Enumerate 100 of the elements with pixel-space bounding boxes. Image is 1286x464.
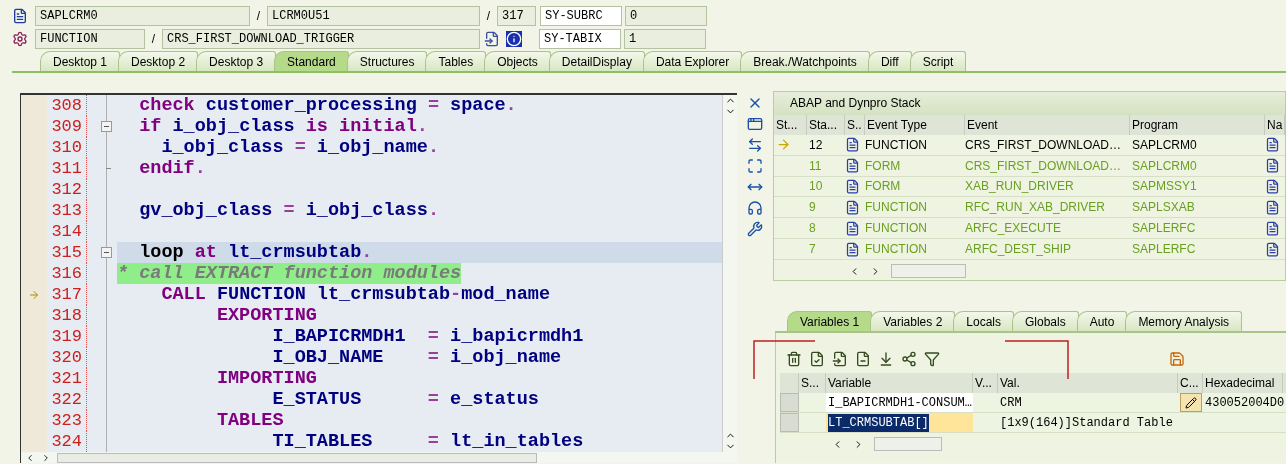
- tab[interactable]: Variables 2: [870, 311, 956, 331]
- tab[interactable]: Desktop 2: [118, 51, 199, 71]
- line-number: 309: [47, 116, 87, 137]
- code-line: TI_TABLES = lt_in_tables: [271, 431, 585, 452]
- document-arrow-icon[interactable]: [484, 31, 500, 47]
- column-header[interactable]: Program: [1130, 114, 1265, 135]
- event-type-field[interactable]: FUNCTION: [35, 29, 145, 49]
- tab[interactable]: DetailDisplay: [548, 51, 645, 71]
- tab[interactable]: Globals: [1012, 311, 1079, 331]
- tab[interactable]: Variables 1: [787, 311, 873, 331]
- tab[interactable]: Desktop 1: [40, 51, 121, 71]
- column-header[interactable]: Na: [1265, 114, 1285, 135]
- table-cell-text: FUNCTION: [865, 199, 928, 217]
- tab[interactable]: Memory Analysis: [1125, 311, 1243, 331]
- tab[interactable]: Script: [909, 51, 967, 71]
- table-cell-text: SAPLERFC: [1131, 241, 1197, 259]
- scroll-thumb[interactable]: [874, 437, 942, 451]
- headphones-icon[interactable]: [747, 200, 764, 216]
- window-icon[interactable]: [747, 116, 764, 132]
- document-icon: [1265, 199, 1280, 215]
- delete-icon[interactable]: [786, 351, 802, 367]
- code-line: CALL FUNCTION lt_crmsubtab-mod_name: [160, 284, 551, 305]
- tab[interactable]: Structures: [346, 51, 428, 71]
- table-cell-text: 7: [808, 241, 817, 259]
- collapse-icon[interactable]: [101, 247, 112, 258]
- table-cell-text: 12: [808, 136, 824, 154]
- variable-name[interactable]: I_BAPICRMDH1-CONSUM…: [828, 393, 973, 412]
- table-cell-text: FORM: [865, 157, 902, 175]
- column-header[interactable]: Sta...: [807, 114, 845, 135]
- system-field-value[interactable]: 0: [625, 6, 707, 26]
- code-line: I_OBJ_NAME = i_obj_name: [271, 347, 563, 368]
- tab[interactable]: Tables: [425, 51, 487, 71]
- tab[interactable]: Locals: [953, 311, 1014, 331]
- table-row[interactable]: I_BAPICRMDH1-CONSUM… CRM 430052004D0: [780, 393, 1286, 413]
- line-number: 321: [47, 368, 87, 389]
- table-cell-text: RFC_RUN_XAB_DRIVER: [965, 199, 1107, 217]
- scroll-thumb[interactable]: [57, 452, 537, 463]
- document-arrow-icon[interactable]: [832, 351, 848, 367]
- table-cell-text: ARFC_EXECUTE: [965, 220, 1063, 238]
- table-cell-text: SAPLSXAB: [1131, 199, 1196, 217]
- save-icon[interactable]: [1169, 351, 1185, 367]
- breakpoint-gutter-cell[interactable]: [21, 431, 47, 452]
- swap-icon[interactable]: [747, 137, 764, 153]
- table-cell-text: 11: [808, 157, 823, 175]
- table-cell-text: SAPLCRM0: [1131, 157, 1198, 175]
- document-icon: [1265, 179, 1280, 194]
- table-cell-text: ARFC_DEST_SHIP: [965, 241, 1073, 259]
- separator-slash: /: [255, 8, 262, 25]
- breakpoint-gutter-cell[interactable]: [21, 95, 47, 116]
- scroll-thumb[interactable]: [891, 264, 966, 279]
- scroll-right-icon[interactable]: [41, 452, 51, 463]
- tab[interactable]: Objects: [484, 51, 551, 71]
- document-minus-icon[interactable]: [855, 351, 871, 367]
- scroll-left-icon[interactable]: [25, 452, 35, 463]
- column-header[interactable]: Event: [965, 114, 1130, 135]
- system-field-value[interactable]: 1: [624, 29, 706, 49]
- line-number: 322: [47, 389, 87, 410]
- document-icon: [845, 137, 860, 153]
- document-icon: [1265, 158, 1280, 174]
- line-number: 323: [47, 410, 87, 431]
- panel-title: ABAP and Dynpro Stack: [774, 92, 1285, 115]
- info-icon[interactable]: [506, 31, 522, 47]
- tab[interactable]: Data Explorer: [642, 51, 743, 71]
- table-cell-text: XAB_RUN_DRIVER: [965, 178, 1075, 196]
- tab[interactable]: Diff: [867, 51, 912, 71]
- table-cell-text: [1x9(164)]Standard Table: [999, 414, 1174, 432]
- document-icon: [1265, 220, 1280, 236]
- share-icon[interactable]: [901, 351, 917, 367]
- include-field[interactable]: LCRM0U51: [267, 6, 480, 26]
- arrows-down-icon[interactable]: [878, 351, 894, 367]
- table-cell-text: SAPMSSY1: [1131, 178, 1198, 196]
- collapse-icon[interactable]: [101, 121, 112, 132]
- tab[interactable]: Standard: [274, 51, 349, 71]
- line-field[interactable]: 317: [497, 6, 536, 26]
- code-line: I_BAPICRMDH1 = i_bapicrmdh1: [271, 326, 585, 347]
- table-cell-text: 9: [808, 199, 817, 217]
- horizontal-scrollbar[interactable]: [21, 452, 738, 463]
- expand-icon[interactable]: [747, 158, 764, 174]
- code-line: check customer_processing = space.: [138, 95, 518, 116]
- column-header[interactable]: St...: [774, 114, 807, 135]
- column-header[interactable]: S..: [845, 114, 865, 135]
- program-field[interactable]: SAPLCRM0: [35, 6, 250, 26]
- wrench-icon[interactable]: [747, 221, 764, 237]
- code-line: TABLES: [215, 410, 285, 431]
- event-field[interactable]: CRS_FIRST_DOWNLOAD_TRIGGER: [162, 29, 480, 49]
- filter-icon[interactable]: [924, 351, 940, 367]
- column-header[interactable]: Event Type: [865, 114, 965, 135]
- vertical-scrollbar[interactable]: [722, 95, 738, 452]
- tab[interactable]: Auto: [1076, 311, 1128, 331]
- edit-button[interactable]: [1179, 393, 1202, 412]
- variable-name[interactable]: LT_CRMSUBTAB[]: [828, 413, 929, 432]
- tab[interactable]: Desktop 3: [196, 51, 277, 71]
- code-line: gv_obj_class = i_obj_class.: [138, 200, 440, 221]
- table-row[interactable]: LT_CRMSUBTAB[] [1x9(164)]Standard Table: [780, 413, 1286, 433]
- document-check-icon[interactable]: [809, 351, 825, 367]
- table-cell-text: FORM: [865, 178, 902, 196]
- tab[interactable]: Break./Watchpoints: [740, 51, 870, 71]
- system-field-name[interactable]: SY-TABIX: [539, 29, 621, 49]
- system-field-name[interactable]: SY-SUBRC: [540, 6, 622, 26]
- program-icon: [12, 8, 28, 24]
